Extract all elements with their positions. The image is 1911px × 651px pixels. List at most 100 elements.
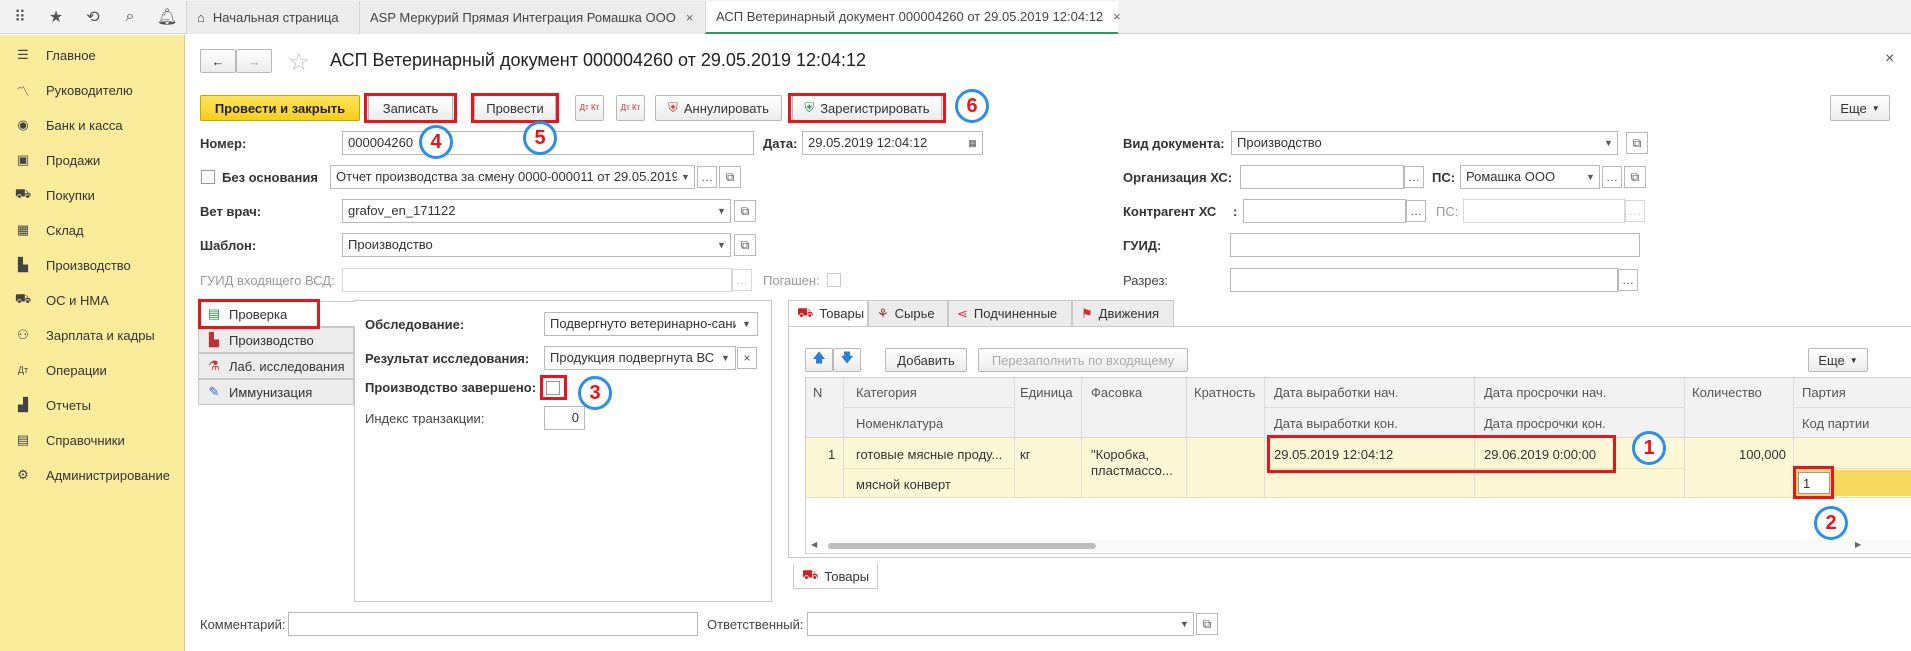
sidebar-item-catalogs[interactable]: ▤ Справочники — [14, 428, 125, 452]
book-icon: ▤ — [16, 432, 30, 447]
add-button[interactable]: Добавить — [885, 348, 967, 372]
scroll-right-icon[interactable]: ▶ — [1855, 540, 1861, 549]
sidebar-item-purchases[interactable]: ⛟ Покупки — [14, 183, 95, 207]
annul-button[interactable]: ⛨ Аннулировать — [655, 95, 782, 121]
tab-production[interactable]: ▙ Производство — [198, 327, 354, 353]
sidebar-item-sales[interactable]: ▣ Продажи — [14, 148, 100, 172]
star-outline-icon[interactable]: ☆ — [288, 48, 310, 77]
open-icon: ⧉ — [740, 203, 750, 218]
basis-select-button[interactable]: … — [697, 166, 717, 188]
responsible-dropdown[interactable]: ▼ — [1176, 612, 1194, 636]
exam-field[interactable]: Подвергнуто ветеринарно-сани — [544, 312, 737, 336]
grid-icon: ▦ — [16, 222, 30, 237]
tab-goods[interactable]: ⛟ Товары — [788, 300, 868, 327]
template-label: Шаблон: — [200, 238, 257, 253]
cell-quantity[interactable]: 100,000 — [1700, 447, 1786, 462]
sidebar-item-salary[interactable]: ⚇ Зарплата и кадры — [14, 323, 155, 347]
scrollbar-thumb[interactable] — [828, 543, 1096, 549]
org-field[interactable] — [1240, 165, 1404, 189]
back-button[interactable]: ← — [200, 49, 236, 73]
responsible-open-button[interactable]: ⧉ — [1196, 613, 1218, 635]
history-icon[interactable]: ⟲ — [82, 6, 104, 28]
template-dropdown[interactable]: ▼ — [713, 233, 731, 257]
cell-pack-line1[interactable]: "Коробка, — [1091, 447, 1149, 462]
sidebar-item-warehouse[interactable]: ▦ Склад — [14, 218, 84, 242]
open-icon: ⧉ — [1630, 169, 1640, 184]
ps1-dropdown[interactable]: ▼ — [1582, 165, 1600, 189]
chevron-down-icon: ▼ — [717, 240, 726, 250]
tab-lab-research[interactable]: ⚗ Лаб. исследования — [198, 353, 354, 379]
sidebar-item-operations[interactable]: Дт Операции — [14, 358, 107, 382]
move-up-button[interactable]: 🡅 — [805, 348, 833, 372]
bar-chart-icon: ▟ — [18, 397, 28, 412]
post-and-close-button[interactable]: Провести и закрыть — [200, 95, 360, 121]
star-icon[interactable]: ★ — [45, 6, 67, 28]
guid-field[interactable] — [1230, 233, 1640, 257]
basis-dropdown[interactable]: ▼ — [677, 165, 695, 189]
search-icon[interactable]: ⌕ — [119, 6, 141, 28]
calendar-button[interactable]: ▦ — [963, 131, 983, 155]
contr-field[interactable] — [1243, 199, 1406, 223]
cell-unit[interactable]: кг — [1020, 447, 1030, 462]
close-icon[interactable]: × — [1885, 50, 1894, 68]
sidebar-item-admin[interactable]: ⚙ Администрирование — [14, 463, 170, 487]
forward-button[interactable]: → — [236, 49, 272, 73]
exam-dropdown[interactable]: ▼ — [736, 312, 758, 336]
org-select-button[interactable]: … — [1404, 166, 1424, 188]
date-field[interactable]: 29.05.2019 12:04:12 — [802, 131, 966, 155]
tab-goods-bottom[interactable]: ⛟ Товары — [793, 563, 878, 589]
vet-field[interactable]: grafov_en_171122 — [342, 199, 714, 223]
cell-category[interactable]: готовые мясные проду... — [856, 447, 1011, 462]
sidebar-item-bank[interactable]: ◉ Банк и касса — [14, 113, 122, 137]
dt-kt-button-2[interactable]: Дт Кт — [616, 95, 645, 121]
sidebar-item-fixed-assets[interactable]: ⛟ ОС и НМА — [14, 288, 109, 312]
template-open-button[interactable]: ⧉ — [734, 234, 756, 256]
annotation-circle-2: 2 — [1814, 506, 1848, 540]
tab-asp-mercury[interactable]: ASP Меркурий Прямая Интеграция Ромашка О… — [359, 1, 704, 34]
tab-raw[interactable]: ⚘ Сырье — [868, 300, 948, 327]
apps-grid-icon[interactable]: ⠿ — [9, 6, 31, 28]
doctype-open-button[interactable]: ⧉ — [1626, 132, 1648, 154]
sidebar-item-production[interactable]: ▙ Производство — [14, 253, 131, 277]
ps1-field[interactable]: Ромашка ООО — [1460, 165, 1583, 189]
tab-vet-document[interactable]: АСП Ветеринарный документ 000004260 от 2… — [705, 1, 1121, 34]
dt-kt-button[interactable]: Дт Кт — [575, 95, 604, 121]
result-clear-button[interactable]: × — [737, 347, 757, 369]
result-dropdown[interactable]: ▼ — [716, 346, 736, 370]
scroll-left-icon[interactable]: ◀ — [811, 540, 817, 549]
goods-more-button[interactable]: Еще ▼ — [1808, 348, 1868, 372]
sidebar-item-reports[interactable]: ▟ Отчеты — [14, 393, 91, 417]
result-field[interactable]: Продукция подвергнута ВС — [544, 346, 717, 370]
bag-icon: ▣ — [16, 152, 30, 167]
razrez-field[interactable] — [1230, 268, 1618, 292]
trans-field[interactable]: 0 — [544, 406, 585, 430]
doctype-field[interactable]: Производство — [1231, 131, 1601, 155]
col-unit: Единица — [1020, 385, 1073, 400]
basis-open-button[interactable]: ⧉ — [719, 166, 741, 188]
razrez-select-button[interactable]: … — [1618, 269, 1638, 291]
tab-home[interactable]: ⌂ Начальная страница — [186, 1, 358, 34]
vet-dropdown[interactable]: ▼ — [713, 199, 731, 223]
move-down-button[interactable]: 🡇 — [833, 348, 861, 372]
sidebar-item-main[interactable]: ☰ Главное — [14, 43, 96, 67]
close-icon[interactable]: × — [1113, 9, 1121, 24]
doctype-dropdown[interactable]: ▼ — [1600, 131, 1618, 155]
sidebar-item-director[interactable]: 〽 Руководителю — [14, 78, 132, 102]
comment-field[interactable] — [288, 612, 698, 636]
tab-subordinate[interactable]: ⋖ Подчиненные — [948, 300, 1072, 327]
ps1-open-button[interactable]: ⧉ — [1624, 166, 1646, 188]
vet-open-button[interactable]: ⧉ — [734, 200, 756, 222]
tab-movements[interactable]: ⚑ Движения — [1072, 300, 1174, 327]
bell-icon[interactable]: 🔔︎ — [156, 6, 178, 28]
responsible-field[interactable] — [807, 612, 1177, 636]
no-basis-checkbox[interactable] — [201, 170, 215, 184]
basis-field[interactable]: Отчет производства за смену 0000-000011 … — [330, 165, 678, 189]
cell-pack-line2[interactable]: пластмассо... — [1091, 463, 1173, 478]
template-field[interactable]: Производство — [342, 233, 714, 257]
cell-nomenclature[interactable]: мясной конверт — [856, 477, 951, 492]
more-button[interactable]: Еще ▼ — [1830, 95, 1890, 121]
ps1-select-button[interactable]: … — [1602, 166, 1622, 188]
close-icon[interactable]: × — [686, 10, 694, 25]
tab-immunization[interactable]: ✎ Иммунизация — [198, 379, 354, 405]
contr-select-button[interactable]: … — [1406, 200, 1426, 222]
